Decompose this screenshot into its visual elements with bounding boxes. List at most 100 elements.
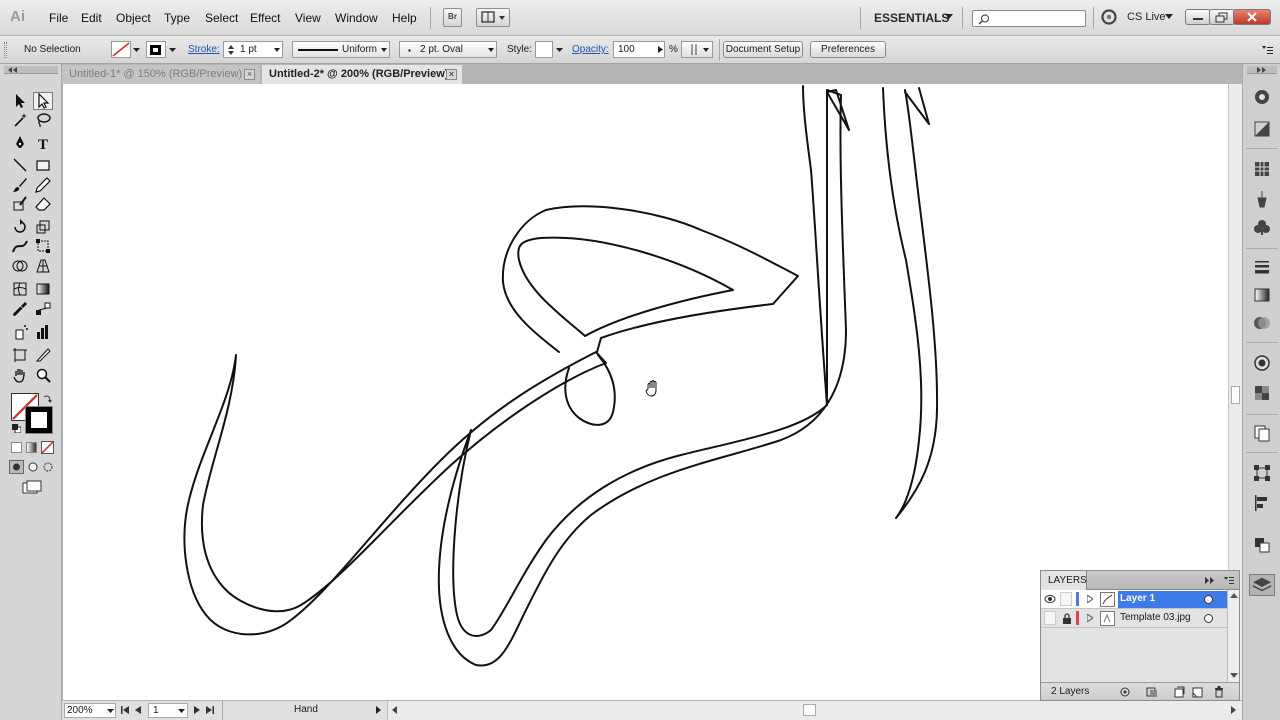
appearance-icon[interactable] — [1253, 354, 1271, 372]
collapse-icon[interactable] — [8, 67, 18, 73]
horizontal-scrollbar[interactable] — [387, 701, 1242, 720]
transform-icon[interactable] — [1253, 464, 1271, 482]
chevron-down-icon[interactable] — [178, 709, 185, 714]
direct-selection-tool[interactable] — [33, 92, 53, 110]
panel-menu-icon[interactable] — [1261, 46, 1273, 55]
layer-name[interactable]: Template 03.jpg — [1120, 611, 1191, 625]
expand-arrow-icon[interactable] — [1087, 614, 1093, 622]
symbol-sprayer-tool[interactable] — [10, 323, 30, 341]
gradient-mode-button[interactable] — [26, 442, 37, 453]
rotate-tool[interactable] — [10, 218, 30, 236]
collapse-panel-icon[interactable] — [1205, 577, 1215, 584]
close-button[interactable] — [1233, 9, 1271, 25]
paintbrush-tool[interactable] — [10, 176, 30, 194]
restore-button[interactable] — [1209, 9, 1235, 25]
pencil-tool[interactable] — [33, 176, 53, 194]
stroke-weight-field[interactable]: 1 pt — [223, 41, 283, 58]
brushes-icon[interactable] — [1253, 190, 1271, 208]
first-artboard-icon[interactable] — [120, 705, 130, 715]
visibility-eye-icon[interactable] — [1044, 594, 1056, 604]
layers-panel-header[interactable]: LAYERS — [1041, 571, 1239, 590]
layers-tab[interactable]: LAYERS — [1041, 571, 1087, 590]
draw-normal-button[interactable] — [9, 460, 24, 474]
scrollbar-thumb[interactable] — [1231, 386, 1240, 404]
new-layer-icon[interactable] — [1191, 686, 1203, 698]
menu-window[interactable]: Window — [335, 11, 378, 25]
scroll-left-icon[interactable] — [392, 706, 398, 714]
lock-toggle[interactable] — [1060, 592, 1072, 606]
blend-tool[interactable] — [33, 300, 53, 318]
layer-row-template[interactable]: Template 03.jpg — [1041, 609, 1227, 628]
chevron-right-icon[interactable] — [658, 46, 663, 53]
menu-effect[interactable]: Effect — [250, 11, 280, 25]
type-tool[interactable]: T — [33, 134, 53, 152]
graphic-styles-icon[interactable] — [1253, 384, 1271, 402]
chevron-down-icon[interactable] — [1165, 14, 1173, 20]
stroke-label[interactable]: Stroke: — [188, 44, 220, 55]
help-search-input[interactable] — [972, 10, 1086, 27]
opacity-field[interactable]: 100 — [613, 41, 665, 58]
draw-inside-button[interactable] — [41, 460, 55, 474]
menu-object[interactable]: Object — [116, 11, 151, 25]
gradient-panel-icon[interactable] — [1253, 286, 1271, 304]
eyedropper-tool[interactable] — [10, 300, 30, 318]
default-colors-icon[interactable] — [12, 424, 21, 433]
symbols-icon[interactable] — [1253, 218, 1271, 236]
document-setup-button[interactable]: Document Setup — [723, 41, 803, 58]
fill-swatch[interactable] — [111, 41, 131, 58]
pathfinder-icon[interactable] — [1253, 536, 1271, 554]
cs-live-icon[interactable] — [1101, 9, 1117, 25]
scroll-right-icon[interactable] — [1231, 706, 1237, 714]
color-mode-button[interactable] — [11, 442, 22, 453]
scrollbar-thumb[interactable] — [803, 704, 816, 716]
menu-view[interactable]: View — [295, 11, 321, 25]
bridge-button[interactable]: Br — [443, 8, 462, 27]
layers-scrollbar[interactable] — [1227, 590, 1239, 682]
eraser-tool[interactable] — [33, 195, 53, 213]
menu-edit[interactable]: Edit — [81, 11, 102, 25]
zoom-level-field[interactable]: 200% — [64, 703, 116, 718]
arrange-documents-button[interactable] — [476, 8, 510, 27]
zoom-tool[interactable] — [33, 366, 53, 384]
make-clipping-mask-icon[interactable] — [1145, 686, 1159, 698]
trash-icon[interactable] — [1213, 685, 1225, 698]
opacity-label[interactable]: Opacity: — [572, 44, 609, 55]
artboard-tool[interactable] — [10, 346, 30, 364]
stroke-swatch[interactable] — [146, 41, 166, 58]
transparency-panel-icon[interactable] — [1253, 314, 1271, 332]
free-transform-tool[interactable] — [33, 237, 53, 255]
expand-arrow-icon[interactable] — [1087, 595, 1093, 603]
column-graph-tool[interactable] — [33, 323, 53, 341]
new-sublayer-icon[interactable] — [1173, 686, 1185, 698]
layers-panel-icon[interactable] — [1249, 574, 1275, 596]
expand-icon[interactable] — [1257, 67, 1267, 73]
brush-dropdown[interactable]: 2 pt. Oval — [399, 41, 497, 58]
warp-tool[interactable] — [10, 237, 30, 255]
panel-menu-icon[interactable] — [1224, 577, 1234, 584]
hand-tool[interactable] — [10, 366, 30, 384]
stroke-profile-dropdown[interactable]: Uniform — [292, 41, 390, 58]
magic-wand-tool[interactable] — [10, 111, 30, 129]
minimize-button[interactable] — [1185, 9, 1211, 25]
graphic-style-swatch[interactable] — [535, 41, 553, 58]
scroll-up-icon[interactable] — [1230, 593, 1238, 598]
grip-handle[interactable] — [4, 42, 7, 58]
none-mode-button[interactable] — [41, 441, 54, 454]
transparency-options[interactable] — [681, 41, 713, 58]
target-circle-icon[interactable] — [1203, 613, 1214, 624]
swatches-icon[interactable] — [1253, 160, 1271, 178]
cs-live-label[interactable]: CS Live — [1127, 11, 1166, 23]
artboards-panel-icon[interactable] — [1253, 424, 1271, 442]
dock-header[interactable] — [1247, 66, 1277, 74]
align-icon[interactable] — [1253, 494, 1271, 512]
chevron-down-icon[interactable] — [274, 48, 280, 52]
draw-behind-button[interactable] — [26, 460, 40, 474]
artboard-number-field[interactable]: 1 — [148, 703, 188, 718]
selection-tool[interactable] — [10, 92, 30, 110]
tab-untitled-2[interactable]: Untitled-2* @ 200% (RGB/Preview) × — [262, 65, 462, 84]
status-menu-icon[interactable] — [375, 705, 382, 715]
stepper-icon[interactable] — [227, 44, 235, 56]
close-icon[interactable]: × — [244, 69, 255, 80]
rectangle-tool[interactable] — [33, 156, 53, 174]
workspace-switcher[interactable]: ESSENTIALS — [874, 11, 949, 25]
